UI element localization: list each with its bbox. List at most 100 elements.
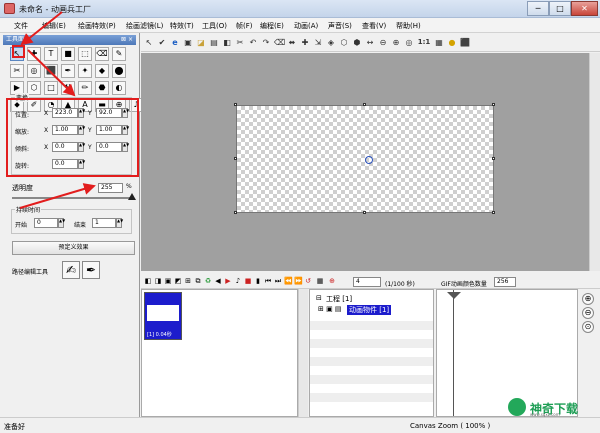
menu-frame[interactable]: 帧(F) [236, 21, 253, 31]
pencil-tool-icon[interactable]: ✏ [78, 81, 92, 95]
menu-tools[interactable]: 工具(O) [202, 21, 227, 31]
prev-icon[interactable]: ◀ [214, 277, 222, 286]
menu-view[interactable]: 查看(V) [362, 21, 386, 31]
brush-tool-icon[interactable]: ✒ [61, 64, 75, 78]
tree-root[interactable]: 工程 [1] [326, 294, 352, 304]
rewind-icon[interactable]: ⏪ [284, 277, 293, 286]
cut-icon[interactable]: ✂ [235, 37, 245, 48]
tree-expand-item-icon[interactable]: ⊞ ▣ ▤ [318, 305, 342, 313]
path-pen-tool-icon[interactable]: ✒ [82, 261, 100, 279]
frame-tool-icon[interactable]: ⬚ [78, 47, 92, 61]
grid-frame-icon[interactable]: ⊞ [184, 277, 192, 286]
actual-size-icon[interactable]: 1:1 [417, 37, 431, 48]
path-node-tool-icon[interactable]: ✍ [62, 261, 80, 279]
preset-effect-button[interactable]: 预定义效果 [12, 241, 135, 255]
hammer-tool-icon[interactable]: ⚒ [61, 81, 75, 95]
hex-tool-icon[interactable]: ⬡ [27, 81, 41, 95]
menu-animation[interactable]: 动画(A) [294, 21, 318, 31]
menu-file[interactable]: 文件 [14, 21, 28, 31]
first-frame-icon[interactable]: ⏮ [264, 277, 272, 286]
resize-handle-t[interactable] [363, 103, 366, 106]
polygon-tool-icon[interactable]: ⬣ [95, 81, 109, 95]
resize-handle-tr[interactable] [492, 103, 495, 106]
align-icon[interactable]: ◈ [326, 37, 336, 48]
canvas-vertical-scrollbar[interactable] [589, 53, 600, 271]
tree-expand-root-icon[interactable]: ⊟ [316, 294, 322, 302]
menu-edit[interactable]: 编辑(E) [42, 21, 66, 31]
playhead-marker-icon[interactable] [447, 292, 461, 299]
gif-colors-select[interactable]: 256 [494, 277, 516, 287]
layer-icon[interactable]: ⧉ [194, 277, 202, 286]
diamond-tool-icon[interactable]: ◆ [95, 64, 109, 78]
move-icon[interactable]: ✚ [300, 37, 310, 48]
close-button[interactable]: ✕ [571, 1, 598, 16]
menu-program[interactable]: 编程(E) [260, 21, 284, 31]
start-spinner[interactable]: ▲▼ [58, 218, 65, 228]
menu-effect[interactable]: 特效(T) [170, 21, 194, 31]
target-icon[interactable]: ⊕ [328, 277, 336, 286]
sparkle-tool-icon[interactable]: ✦ [78, 64, 92, 78]
loop-icon[interactable]: ↺ [304, 277, 312, 286]
add-frame-icon[interactable]: ◧ [144, 277, 152, 286]
resize-handle-tl[interactable] [234, 103, 237, 106]
redo-icon[interactable]: ↷ [261, 37, 271, 48]
cut-tool-icon[interactable]: ✂ [10, 64, 24, 78]
stretch-icon[interactable]: ↔ [365, 37, 375, 48]
fill-icon[interactable]: ⬛ [460, 37, 470, 48]
check-icon[interactable]: ✔ [157, 37, 167, 48]
frames-scrollbar[interactable] [298, 289, 308, 417]
open-folder-icon[interactable]: ◪ [196, 37, 206, 48]
opacity-slider-thumb[interactable] [128, 193, 136, 200]
maximize-button[interactable]: □ [549, 1, 571, 16]
resize-handle-r[interactable] [492, 157, 495, 160]
recycle-icon[interactable]: ♻ [204, 277, 212, 286]
menu-paint-effect[interactable]: 绘画特效(P) [78, 21, 116, 31]
start-input[interactable]: 0 [34, 218, 58, 228]
frames-grid-icon[interactable]: ▦ [316, 277, 324, 286]
zoom-out-icon[interactable]: ⊖ [378, 37, 388, 48]
grid-icon[interactable]: ▦ [434, 37, 444, 48]
end-input[interactable]: 1 [92, 218, 116, 228]
zoom-fit-icon[interactable]: ◎ [404, 37, 414, 48]
menu-sound[interactable]: 声音(S) [328, 21, 352, 31]
sound-icon[interactable]: ♪ [234, 277, 242, 286]
resize-icon[interactable]: ⇲ [313, 37, 323, 48]
resize-handle-l[interactable] [234, 157, 237, 160]
duplicate-frame-icon[interactable]: ▣ [164, 277, 172, 286]
stop-icon[interactable]: ■ [244, 277, 252, 286]
contrast-tool-icon[interactable]: ◐ [112, 81, 126, 95]
delete-icon[interactable]: ⌫ [274, 37, 285, 48]
canvas-area[interactable] [141, 53, 589, 271]
copy-icon[interactable]: ◧ [222, 37, 232, 48]
save-icon[interactable]: ▤ [209, 37, 219, 48]
panel-close-icon[interactable]: ⊠ × [121, 35, 133, 45]
frame-delay-input[interactable]: 4 [353, 277, 381, 287]
pause-icon[interactable]: ▮ [254, 277, 262, 286]
rotation-center-icon[interactable] [365, 156, 373, 164]
minimize-button[interactable]: ─ [527, 1, 549, 16]
rectangle-tool-icon[interactable]: ■ [61, 47, 75, 61]
fast-forward-icon[interactable]: ⏩ [294, 277, 303, 286]
menu-help[interactable]: 帮助(H) [396, 21, 421, 31]
move-tool-icon[interactable]: ✚ [27, 47, 41, 61]
resize-handle-bl[interactable] [234, 211, 237, 214]
timeline-zoom-in-icon[interactable]: ⊕ [582, 293, 594, 305]
new-file-icon[interactable]: ▣ [183, 37, 193, 48]
opacity-input[interactable]: 255 [98, 183, 123, 193]
last-frame-icon[interactable]: ⏭ [274, 277, 282, 286]
timeline-zoom-out-icon[interactable]: ⊖ [582, 307, 594, 319]
ellipse-tool-icon[interactable]: ◎ [27, 64, 41, 78]
ungroup-icon[interactable]: ⬢ [352, 37, 362, 48]
tree-item-selected[interactable]: 动画物件 [1] [347, 305, 392, 315]
pen-tool-icon[interactable]: ✎ [112, 47, 126, 61]
zoom-in-icon[interactable]: ⊕ [391, 37, 401, 48]
timeline-zoom-fit-icon[interactable]: ⊙ [582, 321, 594, 333]
undo-icon[interactable]: ↶ [248, 37, 258, 48]
opacity-slider-track[interactable] [12, 197, 132, 199]
end-spinner[interactable]: ▲▼ [116, 218, 123, 228]
flip-icon[interactable]: ⬌ [287, 37, 297, 48]
resize-handle-b[interactable] [363, 211, 366, 214]
eraser-tool-icon[interactable]: ⌫ [95, 47, 109, 61]
blob-tool-icon[interactable]: ⬤ [112, 64, 126, 78]
text-tool-icon[interactable]: T [44, 47, 58, 61]
